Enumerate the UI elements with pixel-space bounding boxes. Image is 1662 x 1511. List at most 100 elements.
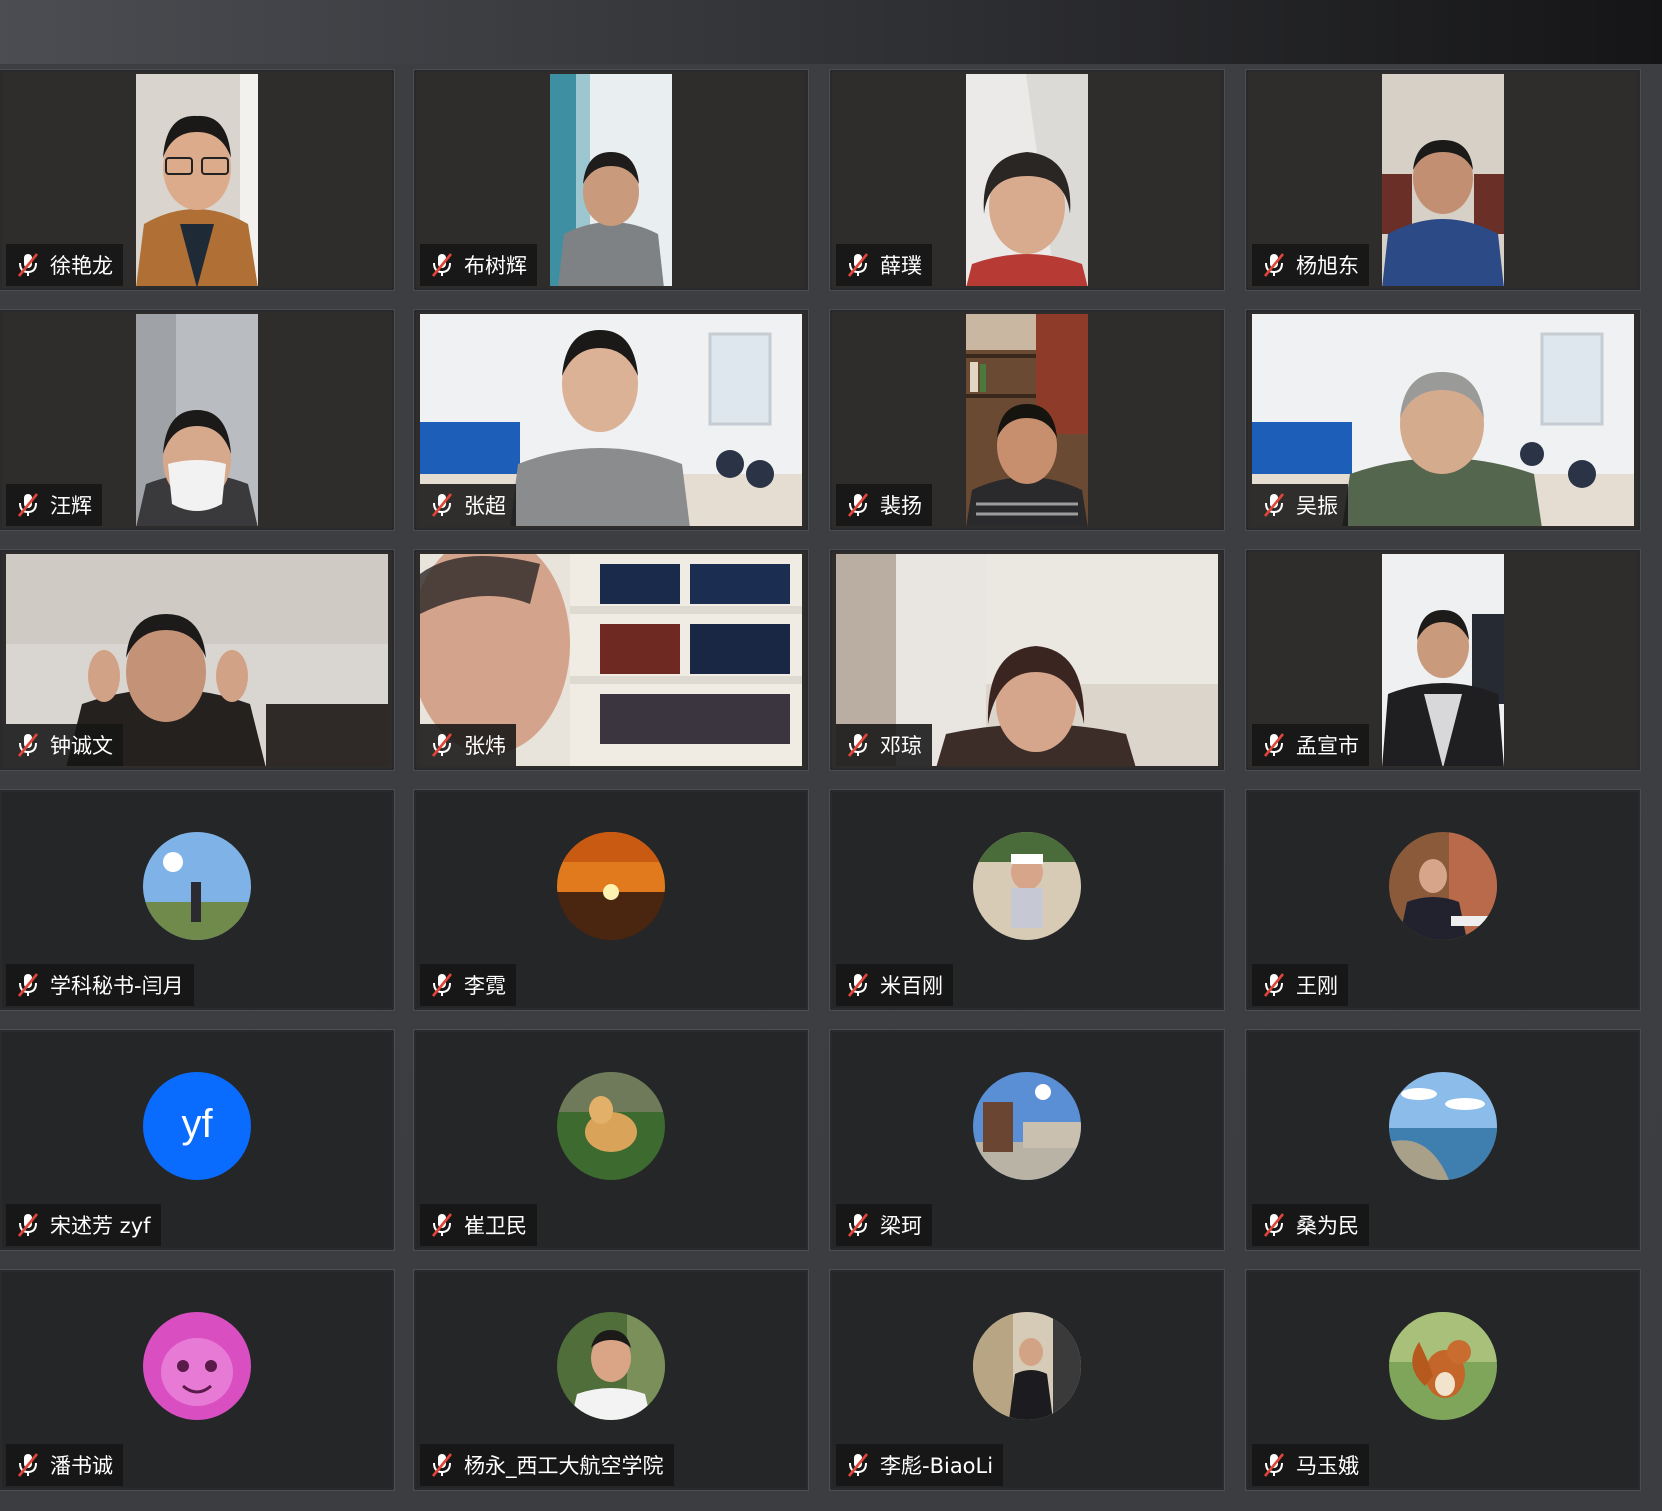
participant-tile[interactable]: 裴扬: [829, 309, 1225, 531]
name-label: 吴振: [1252, 484, 1348, 526]
mic-muted-icon: [431, 1213, 453, 1237]
mic-muted-icon: [1263, 973, 1285, 997]
mic-muted-icon: [1263, 1453, 1285, 1477]
name-label: 杨永_西工大航空学院: [420, 1444, 674, 1486]
mic-muted-icon: [431, 973, 453, 997]
participant-video: [136, 314, 258, 526]
participant-tile[interactable]: 汪辉: [0, 309, 395, 531]
name-label: 李彪-BiaoLi: [836, 1444, 1004, 1486]
participant-tile[interactable]: 钟诚文: [0, 549, 395, 771]
participant-tile[interactable]: 张超: [413, 309, 809, 531]
sunset-photo-icon: [557, 832, 665, 940]
mic-muted-icon: [17, 733, 39, 757]
participant-tile[interactable]: 崔卫民: [413, 1029, 809, 1251]
participant-video: [966, 314, 1088, 526]
participant-tile[interactable]: 布树辉: [413, 69, 809, 291]
participant-tile[interactable]: 邓琼: [829, 549, 1225, 771]
squirrel-photo-icon: [1389, 1312, 1497, 1420]
name-label: 徐艳龙: [6, 244, 123, 286]
man-trees-photo-icon: [557, 1312, 665, 1420]
mic-muted-icon: [847, 253, 869, 277]
participant-tile[interactable]: 杨旭东: [1245, 69, 1641, 291]
mic-muted-icon: [847, 1213, 869, 1237]
participant-name: 杨永_西工大航空学院: [464, 1454, 664, 1478]
participant-tile[interactable]: 薛璞: [829, 69, 1225, 291]
participant-name: 王刚: [1296, 974, 1338, 998]
participant-name: 邓琼: [880, 734, 922, 758]
participant-name: 马玉娥: [1296, 1454, 1359, 1478]
participant-tile[interactable]: 徐艳龙: [0, 69, 395, 291]
name-label: 李霓: [420, 964, 516, 1006]
participant-name: 薛璞: [880, 254, 922, 278]
dog-photo-icon: [557, 1072, 665, 1180]
participant-video: [966, 74, 1088, 286]
participant-tile[interactable]: 李彪-BiaoLi: [829, 1269, 1225, 1491]
participant-name: 崔卫民: [464, 1214, 527, 1238]
participant-name: 梁珂: [880, 1214, 922, 1238]
participant-name: 桑为民: [1296, 1214, 1359, 1238]
participant-tile[interactable]: 米百刚: [829, 789, 1225, 1011]
participant-tile[interactable]: 潘书诚: [0, 1269, 395, 1491]
participant-name: 杨旭东: [1296, 254, 1359, 278]
participant-name: 张炜: [464, 734, 506, 758]
participant-name: 李霓: [464, 974, 506, 998]
name-label: 张炜: [420, 724, 516, 766]
beach-photo-icon: [1389, 1072, 1497, 1180]
mic-muted-icon: [431, 253, 453, 277]
mic-muted-icon: [17, 1213, 39, 1237]
name-label: 学科秘书-闫月: [6, 964, 194, 1006]
name-label: 崔卫民: [420, 1204, 537, 1246]
participant-tile[interactable]: 马玉娥: [1245, 1269, 1641, 1491]
participant-name: 李彪-BiaoLi: [880, 1454, 994, 1478]
participant-tile[interactable]: 吴振: [1245, 309, 1641, 531]
participant-video: [1382, 74, 1504, 286]
participant-video: [1382, 554, 1504, 766]
participant-name: 米百刚: [880, 974, 943, 998]
mic-muted-icon: [17, 973, 39, 997]
mic-muted-icon: [431, 1453, 453, 1477]
mic-muted-icon: [847, 973, 869, 997]
mic-muted-icon: [847, 733, 869, 757]
participant-name: 吴振: [1296, 494, 1338, 518]
participant-tile[interactable]: 学科秘书-闫月: [0, 789, 395, 1011]
participant-name: 布树辉: [464, 254, 527, 278]
name-label: 王刚: [1252, 964, 1348, 1006]
mic-muted-icon: [1263, 733, 1285, 757]
mic-muted-icon: [17, 1453, 39, 1477]
participant-tile[interactable]: 孟宣市: [1245, 549, 1641, 771]
top-bar: [0, 0, 1662, 64]
mic-muted-icon: [1263, 253, 1285, 277]
participant-name: 裴扬: [880, 494, 922, 518]
mic-muted-icon: [431, 733, 453, 757]
participant-tile[interactable]: 李霓: [413, 789, 809, 1011]
participant-name: 徐艳龙: [50, 254, 113, 278]
man-street-photo-icon: [973, 1312, 1081, 1420]
mic-muted-icon: [847, 493, 869, 517]
mic-muted-icon: [17, 253, 39, 277]
participant-name: 钟诚文: [50, 734, 113, 758]
name-label: 邓琼: [836, 724, 932, 766]
name-label: 米百刚: [836, 964, 953, 1006]
name-label: 钟诚文: [6, 724, 123, 766]
participant-tile[interactable]: 杨永_西工大航空学院: [413, 1269, 809, 1491]
name-label: 孟宣市: [1252, 724, 1369, 766]
mic-muted-icon: [1263, 1213, 1285, 1237]
participant-name: 潘书诚: [50, 1454, 113, 1478]
mic-muted-icon: [431, 493, 453, 517]
participant-tile[interactable]: 张炜: [413, 549, 809, 771]
name-label: 杨旭东: [1252, 244, 1369, 286]
cartoon-photo-icon: [143, 1312, 251, 1420]
participant-name: 孟宣市: [1296, 734, 1359, 758]
name-label: 梁珂: [836, 1204, 932, 1246]
name-label: 薛璞: [836, 244, 932, 286]
participant-name: 宋述芳 zyf: [50, 1214, 151, 1238]
participant-tile[interactable]: yf 宋述芳 zyf: [0, 1029, 395, 1251]
name-label: 宋述芳 zyf: [6, 1204, 161, 1246]
name-label: 汪辉: [6, 484, 102, 526]
participant-video: [136, 74, 258, 286]
participant-video: [550, 74, 672, 286]
participant-tile[interactable]: 王刚: [1245, 789, 1641, 1011]
sky-photo-icon: [143, 832, 251, 940]
participant-tile[interactable]: 桑为民: [1245, 1029, 1641, 1251]
participant-tile[interactable]: 梁珂: [829, 1029, 1225, 1251]
